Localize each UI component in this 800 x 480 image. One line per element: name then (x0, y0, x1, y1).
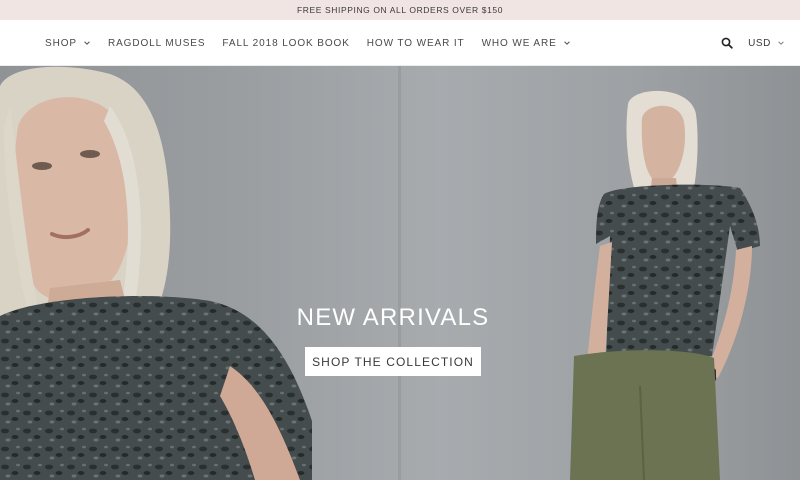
nav-item-label: SHOP (45, 37, 77, 49)
currency-selector[interactable]: USD (748, 38, 785, 49)
announcement-bar: FREE SHIPPING ON ALL ORDERS OVER $150 (0, 0, 800, 20)
nav-utilities: USD (721, 20, 785, 66)
search-icon[interactable] (721, 37, 733, 49)
shop-the-collection-button[interactable]: SHOP THE COLLECTION (305, 347, 481, 376)
chevron-down-icon (84, 41, 90, 45)
nav-links: SHOP RAGDOLL MUSES FALL 2018 LOOK BOOK H… (45, 20, 588, 66)
nav-item-who-we-are[interactable]: WHO WE ARE (482, 38, 571, 49)
chevron-down-icon (778, 41, 784, 45)
hero-title: NEW ARRIVALS (296, 304, 490, 331)
hero-photo (0, 66, 760, 480)
nav-item-label: WHO WE ARE (481, 37, 557, 49)
nav-item-label: RAGDOLL MUSES (107, 37, 206, 49)
nav-item-shop[interactable]: SHOP (45, 38, 91, 49)
announcement-text: FREE SHIPPING ON ALL ORDERS OVER $150 (296, 5, 504, 15)
nav-item-ragdoll-muses[interactable]: RAGDOLL MUSES (108, 38, 205, 49)
main-navigation: SHOP RAGDOLL MUSES FALL 2018 LOOK BOOK H… (0, 20, 800, 66)
nav-item-look-book[interactable]: FALL 2018 LOOK BOOK (222, 38, 349, 49)
hero-banner[interactable]: NEW ARRIVALS SHOP THE COLLECTION (0, 66, 800, 480)
nav-item-label: FALL 2018 LOOK BOOK (222, 37, 350, 49)
chevron-down-icon (563, 41, 570, 45)
currency-value: USD (748, 37, 771, 49)
nav-item-how-to-wear-it[interactable]: HOW TO WEAR IT (367, 38, 465, 49)
nav-item-label: HOW TO WEAR IT (366, 37, 465, 49)
